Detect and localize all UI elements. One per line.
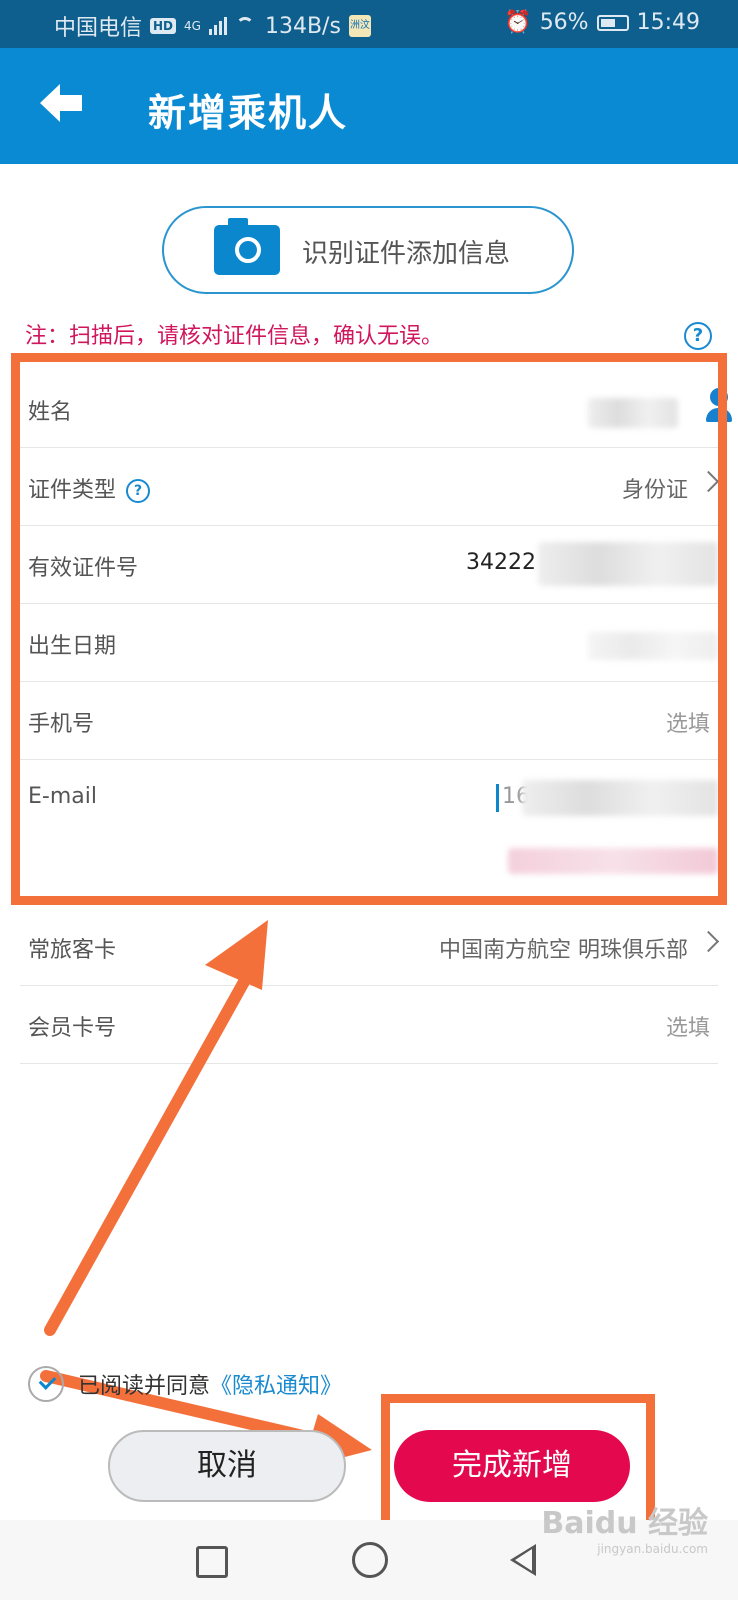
watermark-brand: Baidu 经验 — [541, 1506, 708, 1541]
frequent-flyer-label: 常旅客卡 — [28, 938, 117, 963]
hd-icon: HD — [150, 18, 177, 34]
page-title: 新增乘机人 — [148, 91, 349, 135]
birth-date-row[interactable]: 出生日期 — [20, 604, 718, 682]
frequent-flyer-row[interactable]: 常旅客卡 中国南方航空 明珠俱乐部 — [20, 908, 720, 986]
scan-id-label: 识别证件添加信息 — [302, 239, 511, 269]
name-value-blurred — [588, 398, 678, 428]
carrier-text: 中国电信 — [54, 16, 143, 41]
home-icon[interactable] — [352, 1542, 388, 1578]
id-number-row[interactable]: 有效证件号 34222 — [20, 526, 718, 604]
privacy-notice-link[interactable]: 《隐私通知》 — [210, 1368, 342, 1400]
network-type: 4G — [184, 19, 201, 33]
name-label: 姓名 — [28, 400, 73, 425]
id-type-help-icon[interactable]: ? — [126, 479, 151, 503]
birth-date-blurred — [588, 632, 718, 660]
chevron-right-icon — [697, 930, 720, 953]
email-row[interactable]: E-mail 16 — [20, 760, 718, 908]
wifi-icon — [235, 17, 257, 35]
phone-input[interactable]: 选填 — [666, 706, 710, 738]
text-cursor — [496, 784, 499, 812]
clock-time: 15:49 — [636, 10, 700, 35]
back-arrow-icon[interactable] — [36, 78, 86, 128]
id-number-blurred — [538, 542, 718, 586]
scan-id-button[interactable]: 识别证件添加信息 — [162, 206, 574, 294]
agree-text: 已阅读并同意 — [78, 1374, 211, 1399]
status-right: ⏰ 56% 15:49 — [504, 10, 700, 35]
id-number-value[interactable]: 34222 — [466, 550, 536, 575]
cancel-button[interactable]: 取消 — [108, 1430, 346, 1502]
phone-row[interactable]: 手机号 选填 — [20, 682, 718, 760]
alarm-icon: ⏰ — [504, 10, 532, 35]
app-notification-icon: 洲汶 — [348, 15, 371, 37]
id-number-label: 有效证件号 — [28, 556, 139, 581]
status-left: 中国电信 HD 4G 134B/s 洲汶 — [54, 10, 371, 42]
recent-apps-icon[interactable] — [196, 1546, 228, 1578]
phone-label: 手机号 — [28, 712, 95, 737]
camera-icon — [214, 218, 280, 275]
birth-date-label: 出生日期 — [28, 634, 117, 659]
network-speed: 134B/s — [264, 13, 341, 39]
watermark-url: jingyan.baidu.com — [597, 1542, 708, 1556]
status-bar: 中国电信 HD 4G 134B/s 洲汶 ⏰ 56% 15:49 — [0, 0, 738, 48]
frequent-flyer-value: 中国南方航空 明珠俱乐部 — [439, 938, 688, 963]
contact-picker-icon[interactable] — [706, 388, 732, 428]
member-card-row[interactable]: 会员卡号 选填 — [20, 986, 718, 1064]
app-header: 新增乘机人 — [0, 48, 738, 164]
help-icon[interactable]: ? — [684, 322, 712, 350]
name-row[interactable]: 姓名 — [20, 370, 732, 448]
battery-percent: 56% — [539, 10, 589, 35]
email-suggestion-blurred — [508, 848, 718, 874]
signal-icon — [208, 17, 227, 35]
member-card-label: 会员卡号 — [28, 1016, 117, 1041]
id-type-row[interactable]: 证件类型? 身份证 — [20, 448, 720, 526]
id-type-label-wrap: 证件类型? — [28, 472, 151, 504]
id-type-label: 证件类型 — [28, 478, 117, 503]
chevron-right-icon — [697, 470, 720, 493]
privacy-agree[interactable]: 已阅读并同意 《隐私通知》 — [28, 1364, 342, 1404]
email-label: E-mail — [28, 784, 97, 809]
id-type-value: 身份证 — [621, 478, 688, 503]
complete-add-button[interactable]: 完成新增 — [394, 1430, 630, 1502]
scan-note: 注：扫描后，请核对证件信息，确认无误。 — [25, 324, 444, 349]
nav-back-icon[interactable] — [510, 1544, 536, 1576]
baidu-watermark: Baidu 经验 jingyan.baidu.com — [541, 1498, 708, 1556]
email-blurred — [522, 780, 718, 816]
agree-checkbox[interactable] — [28, 1366, 64, 1402]
member-card-input[interactable]: 选填 — [666, 1010, 710, 1042]
battery-icon — [596, 14, 629, 31]
